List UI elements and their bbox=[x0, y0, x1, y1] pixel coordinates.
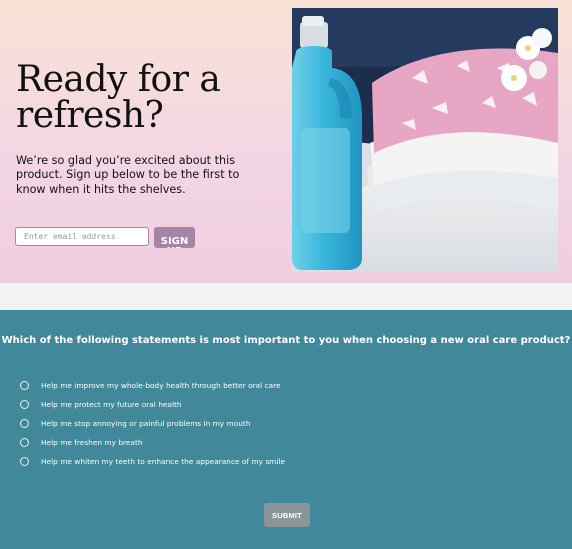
option-label: Help me stop annoying or painful problem… bbox=[41, 419, 251, 428]
hero-title: Ready for a refresh? bbox=[16, 59, 221, 136]
survey-option[interactable]: Help me freshen my breath bbox=[20, 433, 285, 452]
survey-option[interactable]: Help me improve my whole-body health thr… bbox=[20, 376, 285, 395]
survey-question: Which of the following statements is mos… bbox=[1, 335, 571, 346]
survey-option[interactable]: Help me stop annoying or painful problem… bbox=[20, 414, 285, 433]
option-label: Help me whiten my teeth to enhance the a… bbox=[41, 457, 286, 466]
radio-button[interactable] bbox=[20, 438, 29, 447]
email-input[interactable] bbox=[15, 227, 149, 246]
hero-title-line-1: Ready for a bbox=[16, 59, 221, 100]
survey-option[interactable]: Help me whiten my teeth to enhance the a… bbox=[20, 452, 285, 471]
radio-button[interactable] bbox=[20, 381, 29, 390]
option-label: Help me protect my future oral health bbox=[41, 400, 182, 409]
divider-band bbox=[0, 283, 572, 310]
submit-button[interactable]: SUBMIT bbox=[264, 503, 310, 527]
hero-subtitle: We’re so glad you’re excited about this … bbox=[16, 154, 240, 196]
survey-option[interactable]: Help me protect my future oral health bbox=[20, 395, 285, 414]
hero-section: Ready for a refresh? We’re so glad you’r… bbox=[0, 0, 572, 283]
radio-button[interactable] bbox=[20, 419, 29, 428]
survey-section: Which of the following statements is mos… bbox=[0, 310, 572, 549]
radio-button[interactable] bbox=[20, 457, 29, 466]
option-label: Help me freshen my breath bbox=[41, 438, 143, 447]
survey-options: Help me improve my whole-body health thr… bbox=[20, 376, 285, 471]
hero-title-line-2: refresh? bbox=[16, 95, 164, 136]
signup-button[interactable]: SIGN UP bbox=[154, 227, 195, 248]
laundry-detergent-photo bbox=[292, 8, 558, 272]
page: Ready for a refresh? We’re so glad you’r… bbox=[0, 0, 572, 549]
radio-button[interactable] bbox=[20, 400, 29, 409]
option-label: Help me improve my whole-body health thr… bbox=[41, 381, 281, 390]
